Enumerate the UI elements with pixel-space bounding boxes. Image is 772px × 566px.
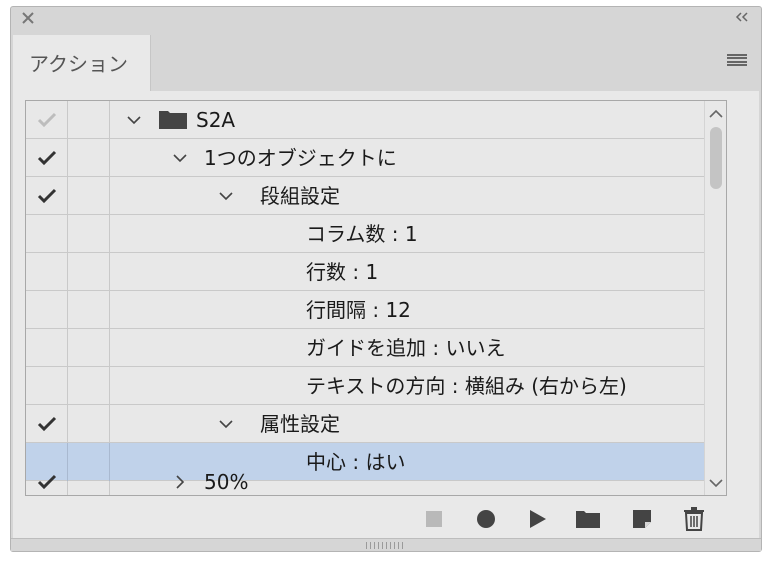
action-row[interactable]: S2A: [26, 101, 726, 139]
action-label: 属性設定: [260, 412, 340, 436]
action-row[interactable]: 行数 : 1: [26, 253, 726, 291]
chevron-down-icon[interactable]: [124, 101, 144, 139]
chevron-down-icon[interactable]: [170, 139, 190, 177]
dialog-toggle-cell[interactable]: [68, 101, 110, 139]
action-row[interactable]: コラム数 : 1: [26, 215, 726, 253]
actions-panel: アクション S2A 1つのオブジェクトに 段組設定コラム数 : 1 行数 : 1 行間隔…: [10, 6, 762, 552]
record-icon: [477, 510, 495, 528]
collapse-icon[interactable]: [735, 11, 749, 25]
checkmark-icon: [26, 405, 68, 443]
toggle-cell[interactable]: [26, 253, 68, 291]
scroll-thumb[interactable]: [710, 127, 722, 189]
dialog-toggle-cell[interactable]: [68, 481, 110, 495]
grip-lines: [366, 542, 406, 549]
toggle-cell[interactable]: [26, 405, 68, 443]
checkmark-icon: [26, 177, 68, 215]
chevron-down-icon[interactable]: [216, 177, 236, 215]
panel-titlebar: [11, 7, 761, 31]
toggle-cell[interactable]: [26, 474, 68, 495]
action-label: 段組設定: [260, 184, 340, 208]
action-row[interactable]: 段組設定: [26, 177, 726, 215]
actions-toolbar: [13, 501, 759, 537]
action-label: 中心 : はい: [306, 450, 406, 474]
action-label: テキストの方向 : 横組み (右から左): [306, 374, 627, 398]
scroll-down-icon[interactable]: [705, 473, 726, 493]
new-set-button[interactable]: [575, 507, 601, 531]
toggle-cell[interactable]: [26, 329, 68, 367]
stop-icon: [426, 511, 442, 527]
action-label: 1つのオブジェクトに: [204, 146, 397, 170]
action-label: 50%: [204, 470, 249, 494]
action-row[interactable]: 1つのオブジェクトに: [26, 139, 726, 177]
resize-grip[interactable]: [11, 538, 761, 551]
tab-label: アクション: [29, 52, 128, 76]
folder-icon: [576, 511, 600, 528]
new-item-icon: [633, 510, 651, 528]
action-row[interactable]: 50%: [26, 470, 726, 495]
record-button[interactable]: [473, 507, 499, 531]
action-label: 行間隔 : 12: [306, 298, 411, 322]
checkmark-icon: [26, 463, 68, 495]
play-button[interactable]: [525, 507, 551, 531]
folder-icon: [158, 110, 188, 130]
checkmark-icon: [26, 101, 68, 139]
actions-list: S2A 1つのオブジェクトに 段組設定コラム数 : 1 行数 : 1 行間隔 : 12 ガ…: [25, 100, 727, 496]
toggle-cell[interactable]: [26, 291, 68, 329]
dialog-toggle-cell[interactable]: [68, 139, 110, 177]
action-row[interactable]: 属性設定: [26, 405, 726, 443]
dialog-toggle-cell[interactable]: [68, 291, 110, 329]
checkmark-icon: [26, 139, 68, 177]
action-row[interactable]: 行間隔 : 12: [26, 291, 726, 329]
dialog-toggle-cell[interactable]: [68, 215, 110, 253]
vertical-scrollbar[interactable]: [704, 101, 726, 495]
play-icon: [530, 510, 546, 528]
action-label: 行数 : 1: [306, 260, 379, 284]
action-label: コラム数 : 1: [306, 222, 418, 246]
action-label: S2A: [196, 108, 236, 132]
dialog-toggle-cell[interactable]: [68, 367, 110, 405]
toggle-cell[interactable]: [26, 177, 68, 215]
stop-button[interactable]: [421, 507, 447, 531]
action-row[interactable]: ガイドを追加 : いいえ: [26, 329, 726, 367]
dialog-toggle-cell[interactable]: [68, 253, 110, 291]
dialog-toggle-cell[interactable]: [68, 177, 110, 215]
dialog-toggle-cell[interactable]: [68, 329, 110, 367]
dialog-toggle-cell[interactable]: [68, 443, 110, 481]
toggle-cell[interactable]: [26, 367, 68, 405]
trash-icon: [684, 507, 704, 531]
action-row[interactable]: テキストの方向 : 横組み (右から左): [26, 367, 726, 405]
delete-button[interactable]: [681, 507, 707, 531]
toggle-cell[interactable]: [26, 215, 68, 253]
chevron-down-icon[interactable]: [216, 405, 236, 443]
tab-actions[interactable]: アクション: [13, 35, 151, 91]
chevron-right-icon[interactable]: [170, 463, 190, 495]
new-action-button[interactable]: [629, 507, 655, 531]
close-icon[interactable]: [21, 11, 35, 25]
action-label: ガイドを追加 : いいえ: [306, 336, 506, 360]
tab-row: アクション: [11, 35, 761, 91]
panel-body: S2A 1つのオブジェクトに 段組設定コラム数 : 1 行数 : 1 行間隔 : 12 ガ…: [13, 91, 759, 547]
dialog-toggle-cell[interactable]: [68, 405, 110, 443]
panel-menu-icon[interactable]: [727, 54, 747, 66]
toggle-cell[interactable]: [26, 101, 68, 139]
scroll-up-icon[interactable]: [705, 103, 726, 123]
action-row-selected[interactable]: 中心 : はい: [26, 443, 726, 481]
toggle-cell[interactable]: [26, 139, 68, 177]
